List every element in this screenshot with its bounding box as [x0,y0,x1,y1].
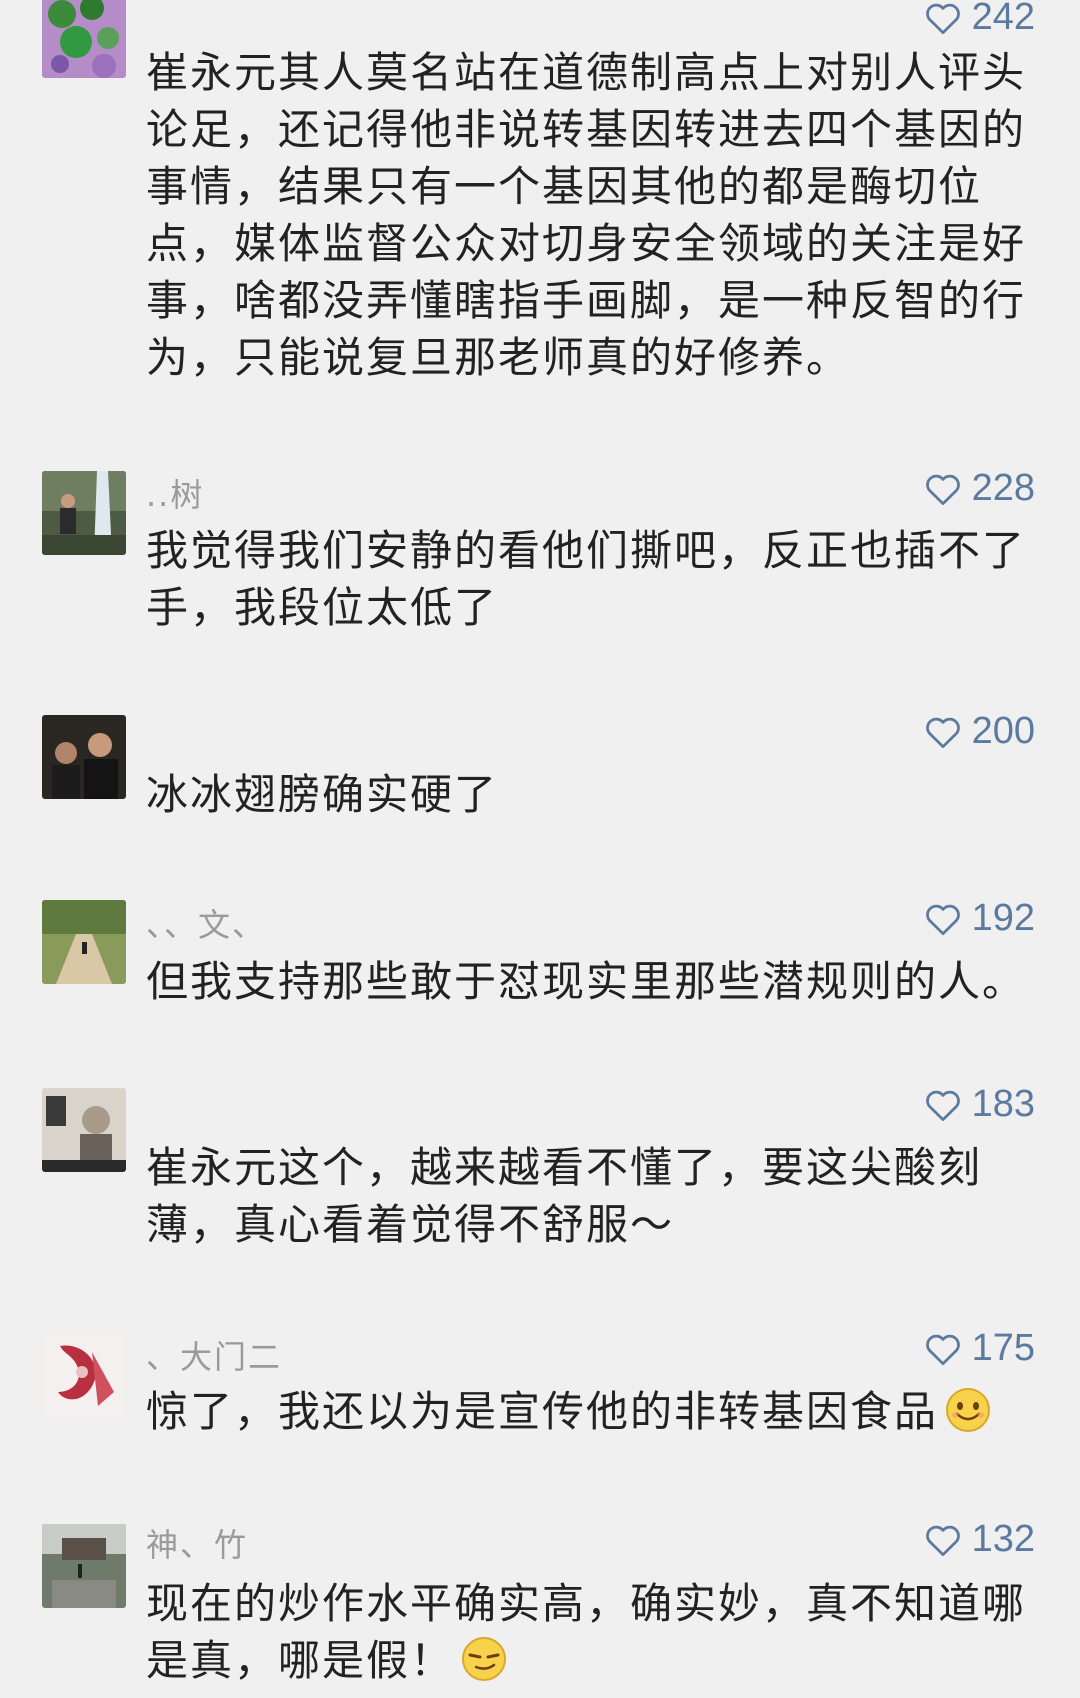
comment-text: 崔永元其人莫名站在道德制高点上对别人评头论足，还记得他非说转基因转进去四个基因的… [146,48,1027,382]
comment-text-body: 惊了，我还以为是宣传他的非转基因食品 [146,1387,939,1436]
username[interactable]: 神、竹 [146,1520,248,1566]
comment-text-body: 现在的炒作水平确实高，确实妙，真不知道哪是真，哪是假！ [146,1579,1027,1685]
avatar[interactable] [42,900,126,984]
like-count: 228 [971,467,1035,509]
like-button[interactable]: 132 [924,1518,1035,1561]
heart-icon [925,1334,960,1365]
heart-icon [925,717,960,748]
heart-icon [925,1525,960,1556]
avatar[interactable] [42,0,126,78]
like-button[interactable]: 242 [924,0,1035,39]
comment-text: 冰冰翅膀确实硬了 [146,770,499,819]
like-button[interactable]: 200 [924,710,1035,753]
like-count: 242 [971,0,1035,38]
comment-text: 现在的炒作水平确实高，确实妙，真不知道哪是真，哪是假！ [146,1575,1026,1689]
avatar[interactable] [42,1332,126,1416]
like-button[interactable]: 228 [924,467,1035,510]
avatar[interactable] [42,1524,126,1608]
heart-icon [925,3,960,34]
username[interactable]: 、、文、 [146,900,266,946]
heart-icon [925,1090,960,1121]
comment-text: 我觉得我们安静的看他们撕吧，反正也插不了手，我段位太低了 [146,526,1027,632]
avatar[interactable] [42,715,126,799]
avatar[interactable] [42,471,126,555]
heart-icon [925,904,960,935]
username[interactable]: 、大门二 [146,1332,282,1378]
like-button[interactable]: 192 [924,897,1035,940]
like-count: 192 [971,897,1035,939]
like-count: 200 [971,710,1035,752]
like-button[interactable]: 183 [924,1083,1035,1126]
smirk-emoji-icon [460,1635,508,1683]
smile-emoji-icon [944,1386,992,1434]
like-button[interactable]: 175 [924,1327,1035,1370]
like-count: 175 [971,1327,1035,1369]
username[interactable]: ..树 [146,470,204,516]
comment-text: 但我支持那些敢于怼现实里那些潜规则的人。 [146,957,1027,1006]
comment-text: 崔永元这个，越来越看不懂了，要这尖酸刻薄，真心看着觉得不舒服～ [146,1143,983,1249]
comment-text: 惊了，我还以为是宣传他的非转基因食品 [146,1383,1026,1440]
heart-icon [925,474,960,505]
like-count: 132 [971,1518,1035,1560]
avatar[interactable] [42,1088,126,1172]
like-count: 183 [971,1083,1035,1125]
